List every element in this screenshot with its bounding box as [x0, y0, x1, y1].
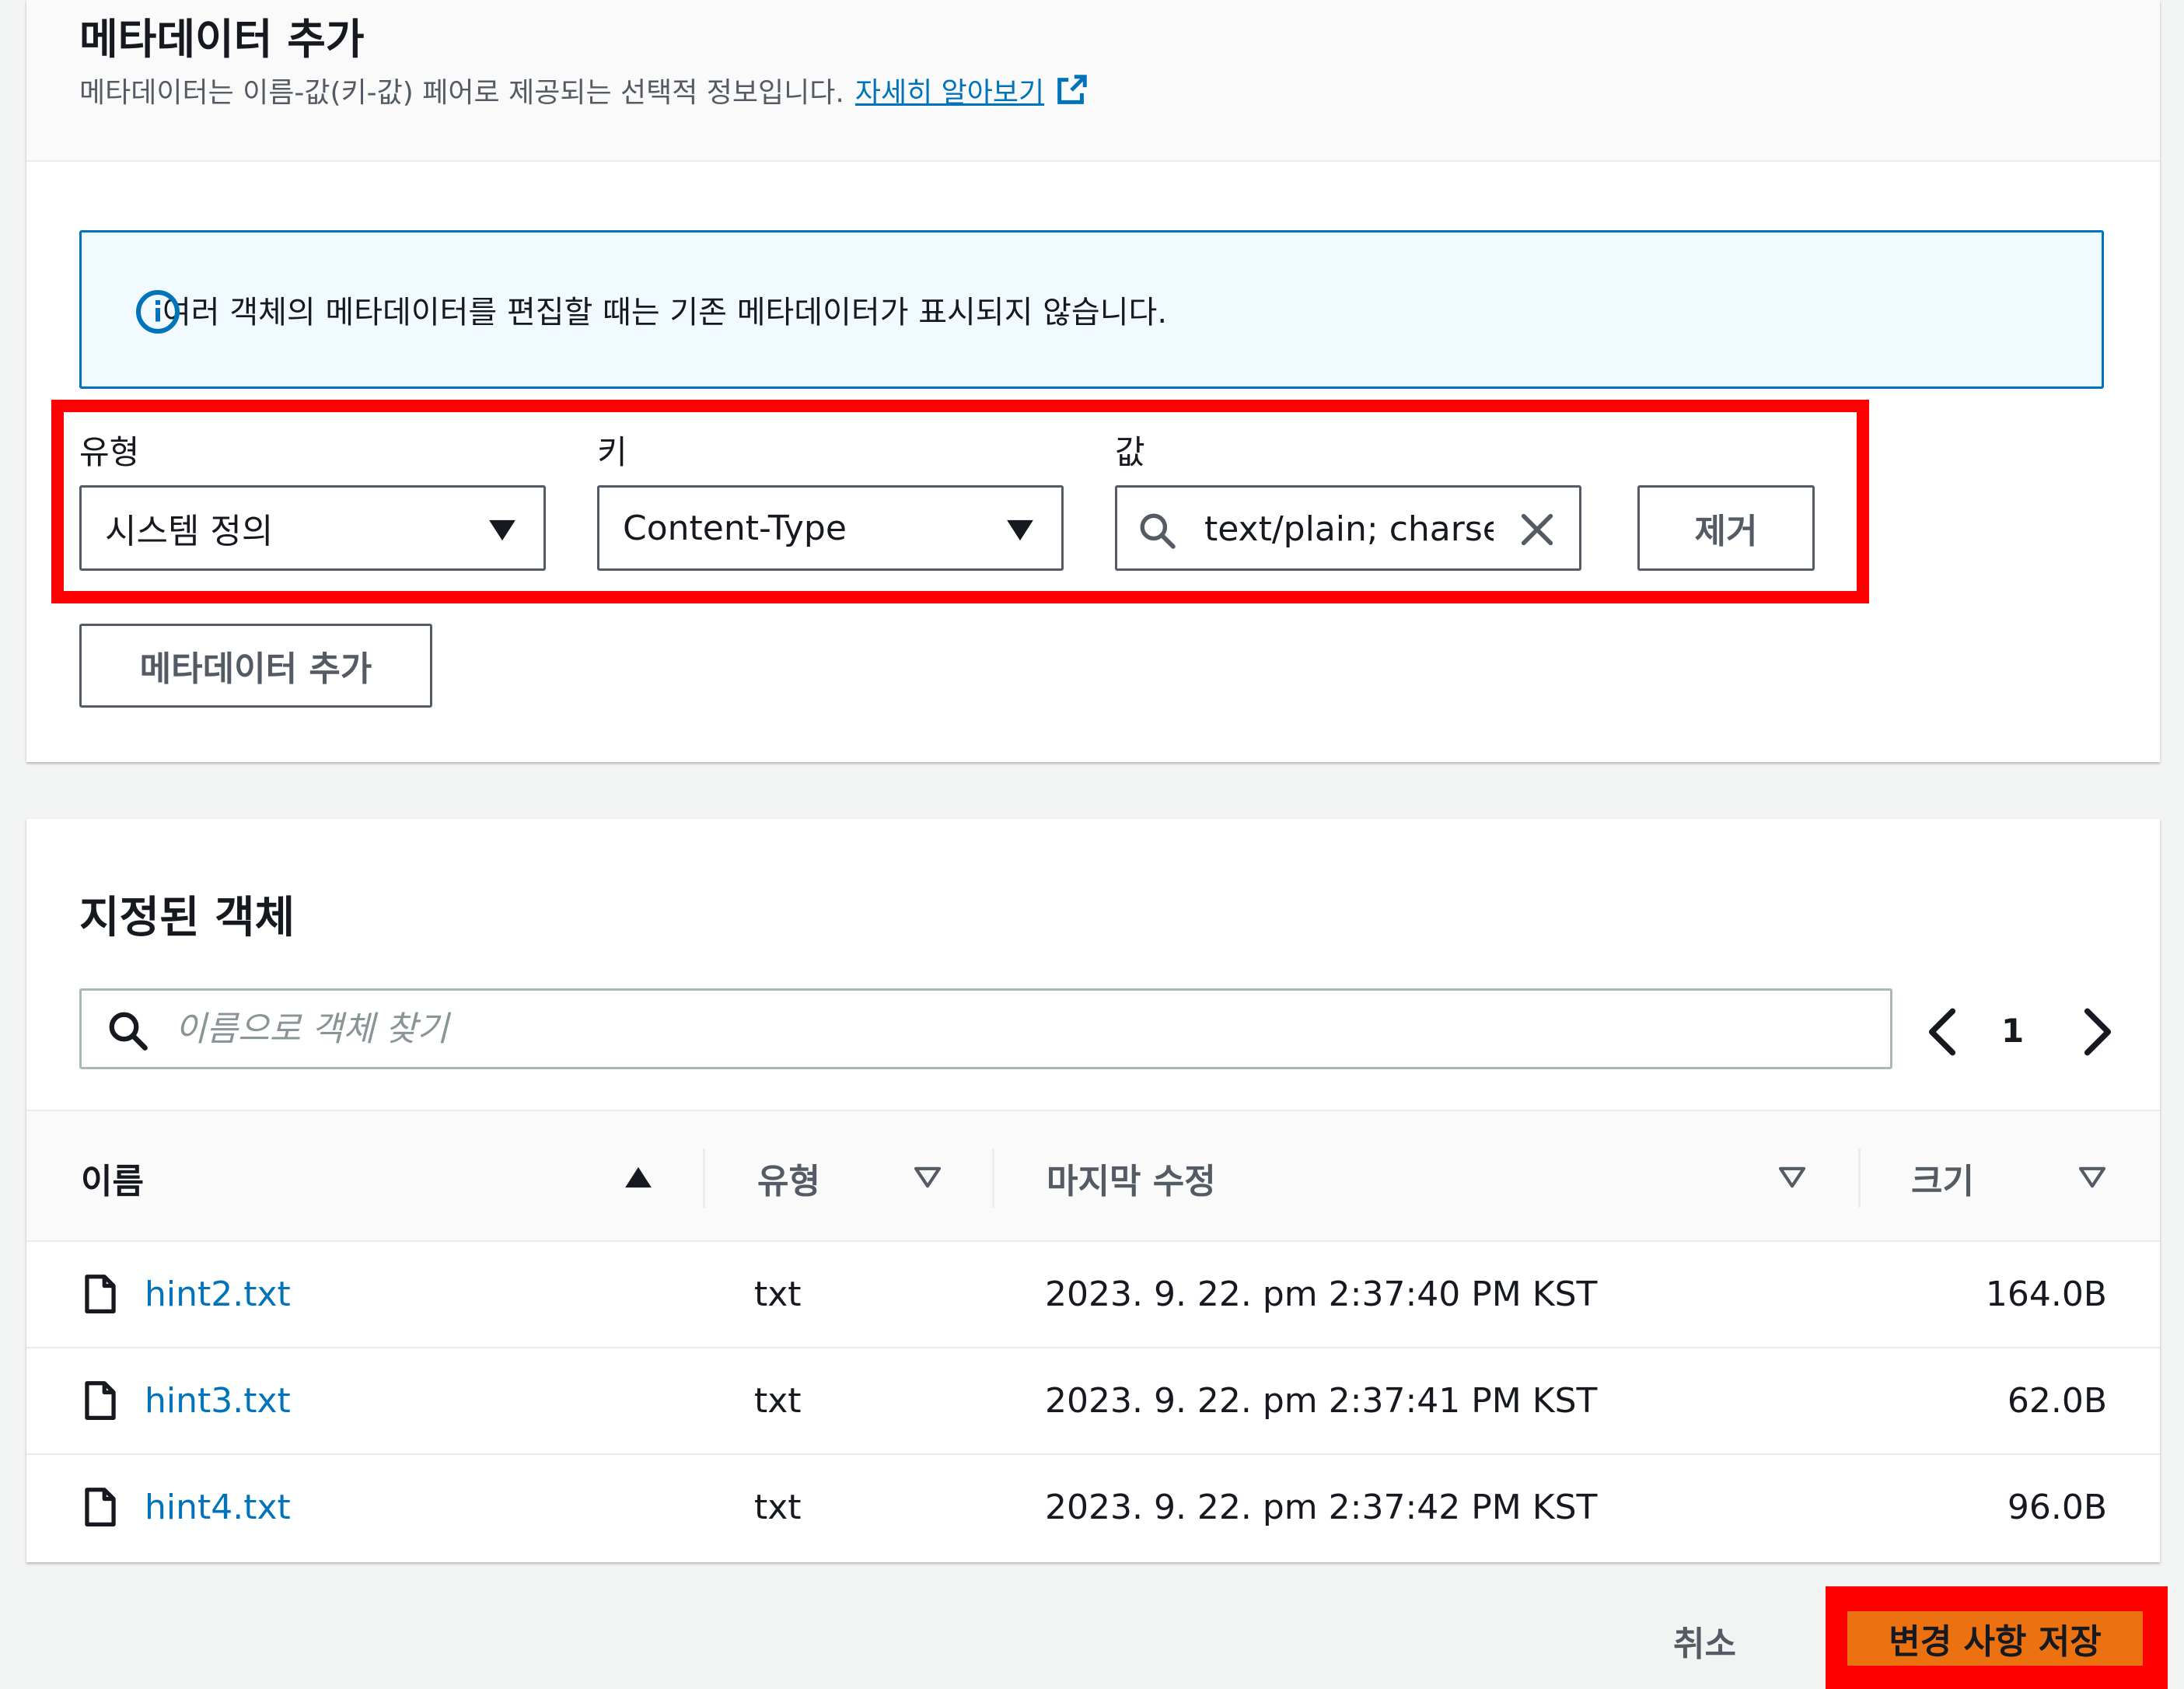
object-modified: 2023. 9. 22. pm 2:37:40 PM KST	[1045, 1275, 1598, 1314]
remove-button[interactable]: 제거	[1637, 485, 1815, 571]
metadata-description: 메타데이터는 이름-값(키-값) 페어로 제공되는 선택적 정보입니다. 자세히…	[79, 70, 1089, 110]
learn-more-label: 자세히 알아보기	[854, 77, 1045, 109]
object-type: txt	[754, 1381, 802, 1421]
objects-panel: 지정된 객체 1 이름 유형 마지막 수정 크기	[26, 819, 2160, 1562]
object-name-link[interactable]: hint4.txt	[145, 1488, 291, 1527]
column-header-modified[interactable]: 마지막 수정	[1047, 1153, 1216, 1203]
info-message: 여러 객체의 메타데이터를 편집할 때는 기존 메타데이터가 표시되지 않습니다…	[162, 295, 1168, 330]
value-input[interactable]: text/plain; charset=utf-8	[1115, 485, 1581, 571]
cancel-button[interactable]: 취소	[1673, 1616, 1736, 1666]
value-label: 값	[1115, 433, 1145, 471]
column-header-size[interactable]: 크기	[1911, 1153, 1974, 1203]
file-icon	[85, 1275, 116, 1313]
table-header: 이름 유형 마지막 수정 크기	[26, 1110, 2160, 1242]
object-size: 164.0B	[1985, 1275, 2107, 1314]
metadata-description-text: 메타데이터는 이름-값(키-값) 페어로 제공되는 선택적 정보입니다.	[79, 77, 844, 109]
file-icon	[85, 1488, 116, 1526]
type-select[interactable]: 시스템 정의	[79, 485, 546, 571]
metadata-panel: 메타데이터 추가 메타데이터는 이름-값(키-값) 페어로 제공되는 선택적 정…	[26, 0, 2160, 762]
type-label: 유형	[79, 433, 140, 471]
object-size: 96.0B	[2007, 1488, 2107, 1527]
sort-icon[interactable]	[2077, 1166, 2107, 1189]
object-name-link[interactable]: hint2.txt	[145, 1275, 291, 1314]
close-icon[interactable]	[1517, 509, 1557, 550]
object-search[interactable]	[79, 988, 1892, 1069]
caret-down-icon	[1007, 519, 1033, 541]
chevron-left-icon[interactable]	[1920, 1007, 1964, 1057]
column-header-type[interactable]: 유형	[757, 1153, 820, 1203]
search-icon	[1140, 513, 1176, 549]
object-size: 62.0B	[2007, 1381, 2107, 1421]
object-type: txt	[754, 1275, 802, 1314]
object-name-link[interactable]: hint3.txt	[145, 1381, 291, 1421]
key-label: 키	[597, 433, 627, 471]
sort-ascending-icon[interactable]	[624, 1166, 653, 1189]
save-changes-button[interactable]: 변경 사항 저장	[1847, 1611, 2143, 1666]
sort-icon[interactable]	[1777, 1166, 1807, 1189]
add-metadata-button[interactable]: 메타데이터 추가	[79, 624, 432, 708]
value-input-text: text/plain; charset=utf-8	[1204, 509, 1494, 549]
object-type: txt	[754, 1488, 802, 1527]
column-divider	[703, 1149, 705, 1208]
object-modified: 2023. 9. 22. pm 2:37:41 PM KST	[1045, 1381, 1598, 1421]
file-icon	[85, 1381, 116, 1420]
metadata-title: 메타데이터 추가	[79, 15, 365, 64]
column-divider	[992, 1149, 994, 1208]
objects-title: 지정된 객체	[79, 893, 295, 943]
external-link-icon	[1057, 75, 1087, 104]
table-row: hint3.txt txt 2023. 9. 22. pm 2:37:41 PM…	[26, 1348, 2160, 1455]
metadata-header: 메타데이터 추가 메타데이터는 이름-값(키-값) 페어로 제공되는 선택적 정…	[26, 0, 2160, 162]
table-row: hint4.txt txt 2023. 9. 22. pm 2:37:42 PM…	[26, 1455, 2160, 1561]
info-alert: 여러 객체의 메타데이터를 편집할 때는 기존 메타데이터가 표시되지 않습니다…	[79, 230, 2104, 389]
key-select[interactable]: Content-Type	[597, 485, 1064, 571]
sort-icon[interactable]	[913, 1166, 942, 1189]
object-modified: 2023. 9. 22. pm 2:37:42 PM KST	[1045, 1488, 1598, 1527]
key-select-value: Content-Type	[623, 508, 847, 548]
caret-down-icon	[489, 519, 515, 541]
object-search-input[interactable]	[175, 1002, 1870, 1056]
column-header-name[interactable]: 이름	[81, 1153, 144, 1203]
search-icon	[109, 1012, 148, 1051]
page-number[interactable]: 1	[2001, 1012, 2024, 1050]
info-icon	[136, 290, 180, 334]
column-divider	[1858, 1149, 1861, 1208]
learn-more-link[interactable]: 자세히 알아보기	[855, 70, 1089, 110]
type-select-value: 시스템 정의	[105, 512, 274, 551]
chevron-right-icon[interactable]	[2076, 1007, 2119, 1057]
table-row: hint2.txt txt 2023. 9. 22. pm 2:37:40 PM…	[26, 1242, 2160, 1348]
